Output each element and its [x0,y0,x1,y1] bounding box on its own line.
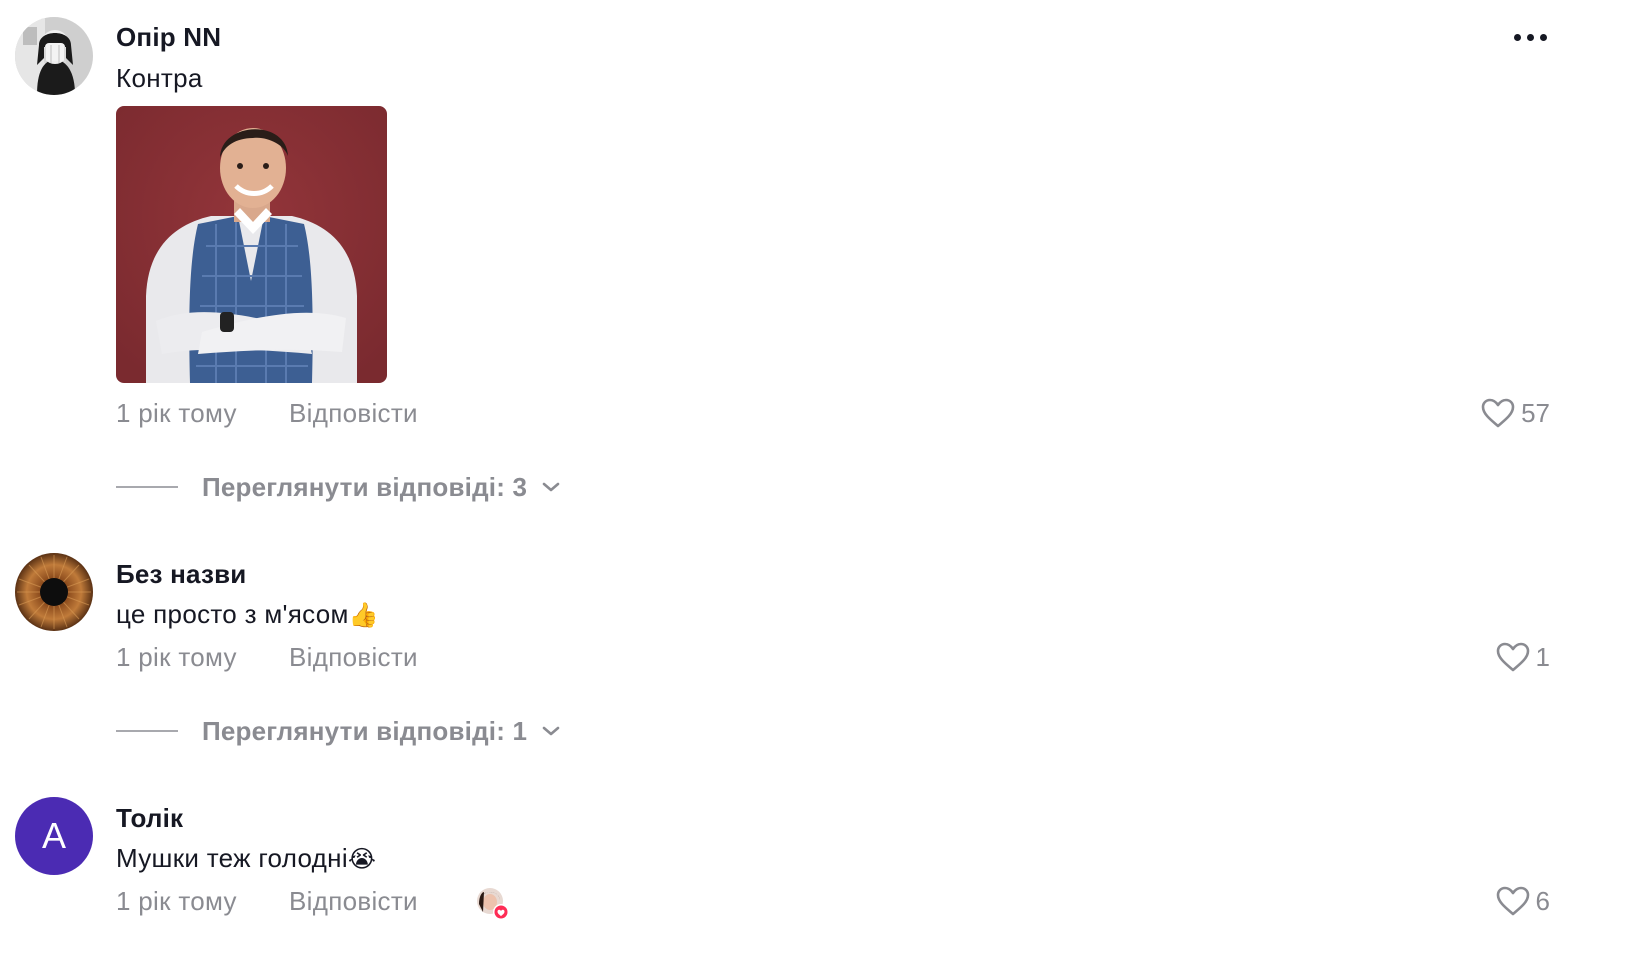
heart-icon [1496,886,1529,916]
divider-line [116,730,178,732]
heart-icon [1481,398,1515,428]
comment-text-body: Мушки теж голодні [116,843,348,873]
user-avatar[interactable]: А [15,797,93,875]
like-count: 1 [1535,642,1550,672]
comment-author[interactable]: Опір NN [116,21,221,53]
like-button[interactable]: 57 [1481,397,1550,429]
comment-text-body: це просто з м'ясом [116,599,349,629]
reply-button[interactable]: Відповісти [289,641,418,673]
view-replies-button[interactable]: Переглянути відповіді: 1 [116,715,561,747]
comment-timestamp: 1 рік тому [116,642,237,672]
user-avatar[interactable] [15,17,93,95]
more-options-button[interactable] [1514,34,1547,41]
like-button[interactable]: 6 [1496,885,1550,917]
reply-button[interactable]: Відповісти [289,397,418,429]
like-count: 6 [1535,886,1550,916]
view-replies-label: Переглянути відповіді: 3 [202,472,528,502]
comment-image[interactable] [116,106,387,383]
creator-liked-badge [476,886,512,922]
view-replies-label: Переглянути відповіді: 1 [202,716,528,746]
crying-face-emoji: 😭 [347,845,377,873]
comment-text: Мушки теж голодні😭 [116,842,376,875]
like-button[interactable]: 1 [1496,641,1550,673]
divider-line [116,486,178,488]
like-count: 57 [1521,398,1550,428]
creator-avatar-icon [477,888,509,920]
comment-author[interactable]: Толік [116,802,183,834]
comment-item: Опір NN Контра 1 рік тому Відповісти 57 … [0,0,1630,520]
man-in-vest-photo-icon [116,106,387,383]
comment-timestamp: 1 рік тому [116,886,237,916]
avatar-letter: А [41,815,66,856]
thumbs-up-emoji: 👍 [348,601,379,629]
dot-icon [1514,34,1521,41]
chevron-down-icon [542,482,560,492]
comment-text: Контра [116,63,203,93]
dot-icon [1540,34,1547,41]
comment-timestamp: 1 рік тому [116,398,237,428]
comment-author[interactable]: Без назви [116,558,246,590]
eye-iris-avatar-icon [15,553,93,631]
chevron-down-icon [542,726,560,736]
user-avatar[interactable] [15,553,93,631]
comment-text: це просто з м'ясом👍 [116,598,379,631]
heart-icon [1496,642,1529,672]
dot-icon [1527,34,1534,41]
user-photo-avatar-icon [15,17,93,95]
view-replies-button[interactable]: Переглянути відповіді: 3 [116,471,561,503]
reply-button[interactable]: Відповісти [289,885,418,917]
